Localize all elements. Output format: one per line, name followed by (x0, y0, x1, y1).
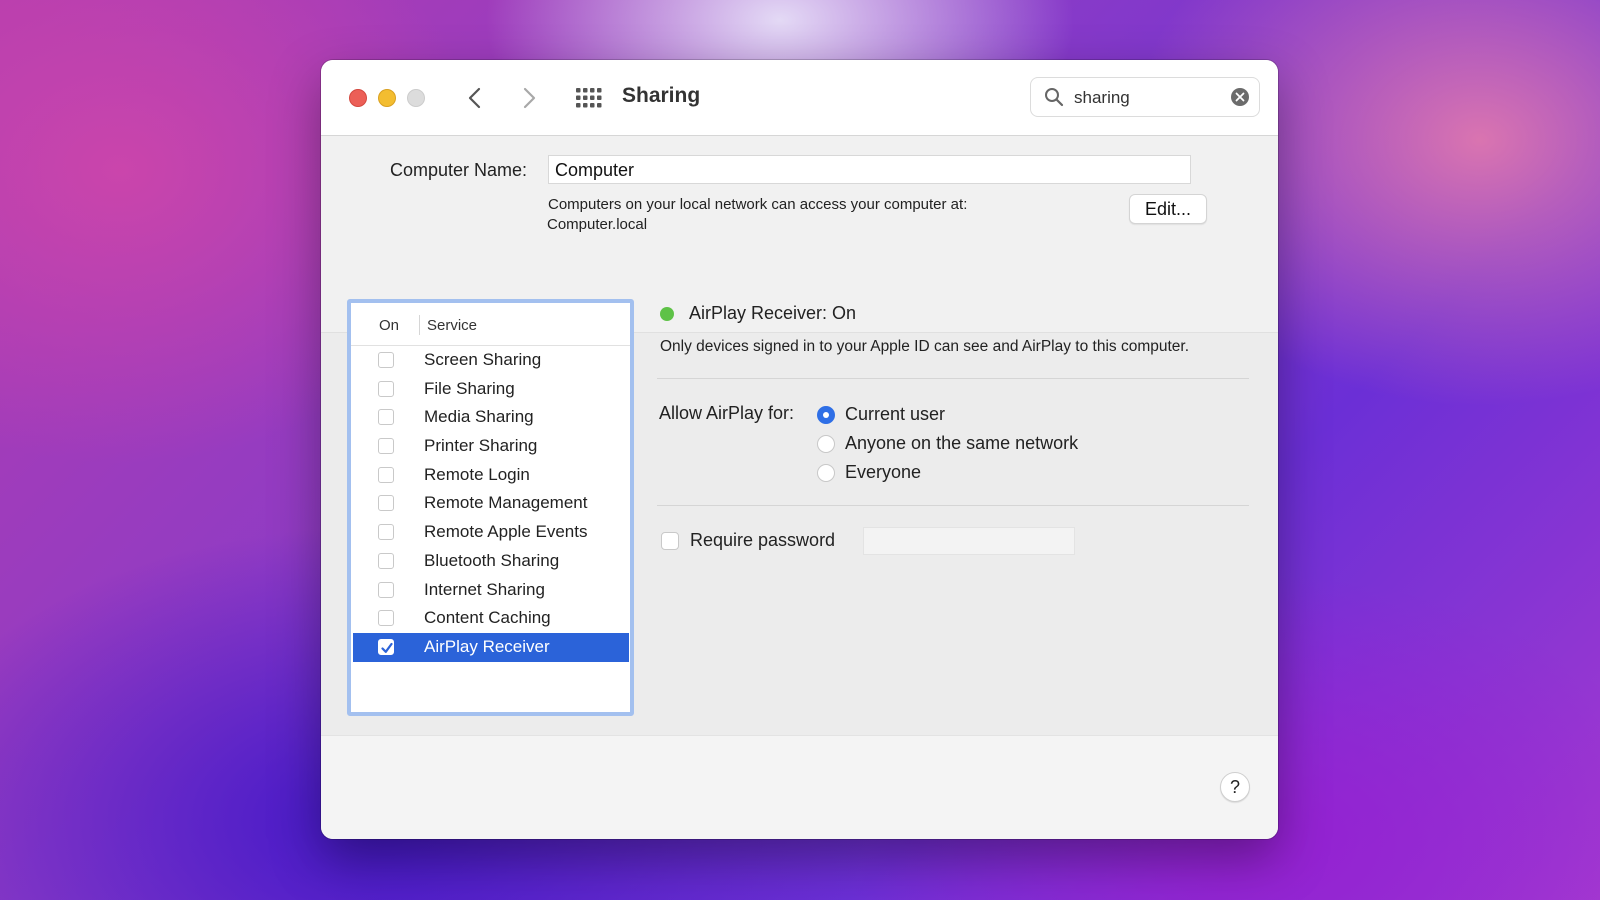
service-checkbox[interactable] (378, 352, 394, 368)
show-all-grid-icon[interactable] (574, 86, 602, 110)
title-bar: Sharing sharing (321, 60, 1278, 136)
service-name: Remote Login (424, 464, 530, 484)
checkmark-icon (381, 642, 393, 653)
service-checkbox[interactable] (378, 552, 394, 569)
status-indicator-icon (660, 307, 674, 321)
service-name: AirPlay Receiver (424, 636, 550, 656)
divider (657, 378, 1249, 379)
column-divider (419, 315, 420, 335)
edit-button[interactable]: Edit... (1129, 194, 1207, 224)
service-name: Remote Apple Events (424, 522, 588, 542)
radio-current-user[interactable] (817, 406, 835, 424)
window-title: Sharing (622, 84, 701, 107)
services-list[interactable]: On Service Screen Sharing File Sharing Med… (347, 299, 634, 716)
local-hostname: Computer.local (547, 216, 648, 233)
footer (321, 735, 1278, 839)
search-input[interactable]: sharing (1074, 88, 1130, 108)
services-rows: Screen Sharing File Sharing Media Sharing P… (353, 346, 629, 662)
service-checkbox[interactable] (378, 638, 394, 655)
computer-name-label: Computer Name: (390, 160, 528, 180)
column-header-on[interactable]: On (379, 317, 399, 334)
radio-same-network[interactable] (817, 435, 835, 453)
service-row[interactable]: Bluetooth Sharing (353, 547, 629, 576)
service-checkbox[interactable] (378, 524, 394, 541)
service-checkbox[interactable] (378, 610, 394, 627)
service-checkbox[interactable] (378, 409, 394, 426)
require-password-label[interactable]: Require password (690, 530, 835, 551)
network-access-info: Computers on your local network can acce… (548, 196, 968, 213)
close-window-button[interactable] (349, 89, 367, 107)
clear-search-icon[interactable] (1231, 88, 1249, 106)
computer-name-field[interactable]: Computer (548, 155, 1191, 184)
service-row[interactable]: Screen Sharing (353, 346, 629, 375)
radio-label-everyone[interactable]: Everyone (845, 462, 921, 483)
service-name: Printer Sharing (424, 436, 538, 456)
service-description: Only devices signed in to your Apple ID … (660, 338, 1190, 355)
service-name: Remote Management (424, 493, 588, 513)
service-checkbox[interactable] (378, 495, 394, 512)
service-checkbox[interactable] (378, 380, 394, 397)
require-password-checkbox[interactable] (661, 532, 679, 550)
allow-airplay-label: Allow AirPlay for: (659, 403, 795, 423)
column-header-service[interactable]: Service (427, 317, 477, 334)
radio-everyone[interactable] (817, 464, 835, 482)
radio-label-same-network[interactable]: Anyone on the same network (845, 433, 1078, 454)
forward-button[interactable] (514, 82, 544, 114)
service-row[interactable]: Remote Apple Events (353, 518, 629, 547)
back-button[interactable] (461, 82, 491, 114)
radio-label-current-user[interactable]: Current user (845, 404, 945, 425)
service-row[interactable]: Content Caching (353, 604, 629, 633)
help-button[interactable]: ? (1220, 772, 1250, 802)
service-row[interactable]: Internet Sharing (353, 576, 629, 605)
minimize-window-button[interactable] (378, 89, 396, 107)
service-row[interactable]: AirPlay Receiver (353, 632, 629, 662)
sharing-window: Sharing sharing Computer Name: Computer … (321, 60, 1278, 839)
divider (657, 505, 1249, 506)
service-row[interactable]: File Sharing (353, 375, 629, 404)
service-row[interactable]: Remote Login (353, 461, 629, 490)
service-status: AirPlay Receiver: On (689, 303, 857, 323)
service-row[interactable]: Remote Management (353, 489, 629, 518)
service-name: File Sharing (424, 378, 515, 398)
services-list-header: On Service (351, 303, 630, 346)
service-checkbox[interactable] (378, 438, 394, 455)
service-name: Bluetooth Sharing (424, 550, 560, 570)
service-name: Media Sharing (424, 407, 534, 427)
chevron-right-icon (523, 87, 536, 109)
password-field (863, 527, 1075, 555)
service-row[interactable]: Printer Sharing (353, 432, 629, 461)
service-row[interactable]: Media Sharing (353, 403, 629, 432)
service-name: Internet Sharing (424, 579, 545, 599)
service-checkbox[interactable] (378, 581, 394, 598)
zoom-window-button[interactable] (407, 89, 425, 107)
search-icon (1045, 88, 1064, 107)
service-name: Content Caching (424, 608, 551, 628)
service-name: Screen Sharing (424, 350, 542, 369)
search-field[interactable]: sharing (1030, 77, 1260, 117)
chevron-left-icon (468, 87, 481, 109)
service-checkbox[interactable] (378, 466, 394, 483)
